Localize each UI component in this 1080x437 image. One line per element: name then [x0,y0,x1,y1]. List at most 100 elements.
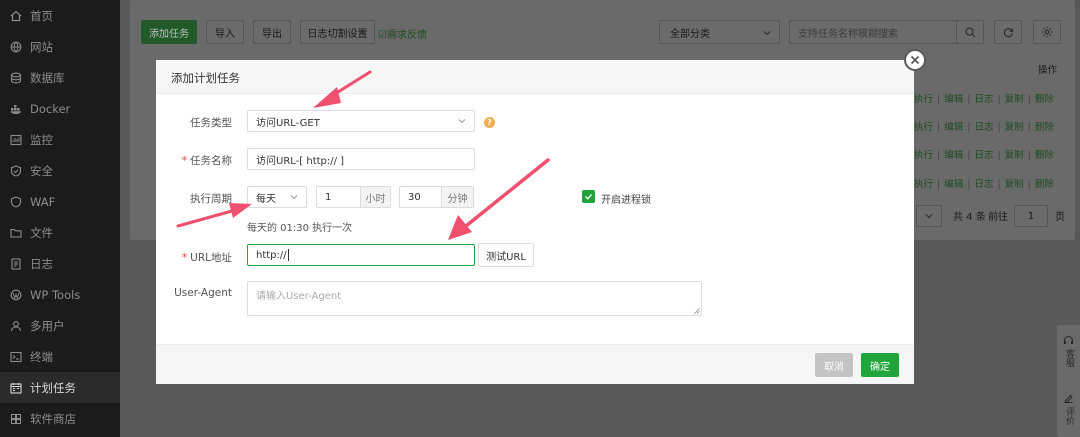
sidebar-item-label: WP Tools [30,287,81,302]
sidebar-item-wp-tools[interactable]: WP Tools [0,279,120,310]
copy-link[interactable]: 复制 [1005,122,1024,133]
task-type-select[interactable]: 访问URL-GET [247,110,475,132]
shield-icon [10,164,22,177]
hour-input[interactable]: 1 小时 [316,186,391,208]
home-icon [10,10,22,22]
help-icon[interactable]: ? [484,117,495,128]
search-button[interactable] [956,20,984,44]
log-link[interactable]: 日志 [974,94,993,105]
floating-service-panel: 客服 评价 [1057,325,1080,437]
minute-input[interactable]: 30 分钟 [399,186,474,208]
category-select[interactable]: 全部分类 [659,20,780,44]
dialog-header: 添加计划任务 [156,60,914,94]
sidebar-item-label: 首页 [30,8,53,23]
sidebar-item-cron[interactable]: 计划任务 [0,372,120,403]
log-link[interactable]: 日志 [974,150,993,161]
sidebar-item-label: 文件 [30,225,53,240]
dialog-close-button[interactable] [904,49,926,71]
chevron-down-icon [458,119,466,124]
task-name-input[interactable]: 访问URL-[ http:// ] [247,148,475,170]
delete-link[interactable]: 删除 [1035,122,1054,133]
docker-icon [10,103,22,115]
log-link[interactable]: 日志 [974,122,993,133]
refresh-button[interactable] [994,20,1022,44]
test-url-button[interactable]: 测试URL [478,243,534,267]
pager-page-input[interactable]: 1 [1014,205,1048,227]
sidebar-item-database[interactable]: 数据库 [0,62,120,93]
cancel-button[interactable]: 取消 [815,353,853,377]
sidebar-item-security[interactable]: 安全 [0,155,120,186]
page-size-select[interactable] [916,205,942,227]
user-agent-label: User-Agent [174,287,232,299]
customer-service-link[interactable]: 客服 [1063,349,1076,367]
hour-unit: 小时 [360,187,390,207]
log-cut-settings-button[interactable]: 日志切割设置 [300,20,375,44]
edit-link[interactable]: 编辑 [944,150,963,161]
sidebar: 首页 网站 数据库 Docker 监控 安全 WAF 文件 日志 WP Tool… [0,0,120,437]
edit-link[interactable]: 编辑 [944,179,963,190]
actions-column-header: 操作 [1038,65,1058,76]
chevron-down-icon [763,31,771,36]
sidebar-item-label: 数据库 [30,70,65,85]
run-link[interactable]: 执行 [914,122,933,133]
copy-link[interactable]: 复制 [1005,150,1024,161]
edit-link[interactable]: 编辑 [944,122,963,133]
sidebar-item-store[interactable]: 软件商店 [0,403,120,434]
copy-link[interactable]: 复制 [1005,94,1024,105]
url-input[interactable]: http:// [247,244,475,266]
run-link[interactable]: 执行 [914,94,933,105]
folder-icon [10,227,22,239]
table-row-actions: 执行 | 编辑 | 日志 | 复制 | 删除 [914,122,1054,133]
minute-unit: 分钟 [441,187,473,207]
sidebar-item-label: 计划任务 [30,380,76,395]
check-icon [585,194,593,200]
task-name-label: * 任务名称 [181,155,232,167]
wordpress-icon [10,289,22,301]
delete-link[interactable]: 删除 [1035,179,1054,190]
text-cursor [287,249,289,261]
task-search-input[interactable]: 支持任务名称模糊搜索 [789,20,984,44]
sidebar-item-label: 监控 [30,132,53,147]
sidebar-item-multi-user[interactable]: 多用户 [0,310,120,341]
copy-link[interactable]: 复制 [1005,179,1024,190]
edit-link[interactable]: 编辑 [944,94,963,105]
review-link[interactable]: 评价 [1063,407,1076,425]
resize-handle-icon[interactable] [694,308,700,314]
run-link[interactable]: 执行 [914,179,933,190]
add-task-button[interactable]: 添加任务 [141,20,197,44]
sidebar-item-label: 多用户 [30,318,65,333]
sidebar-item-docker[interactable]: Docker [0,93,120,124]
search-icon [964,26,975,37]
sidebar-item-terminal[interactable]: 终端 [0,341,120,372]
sidebar-item-logs[interactable]: 日志 [0,248,120,279]
globe-icon [10,41,22,53]
user-agent-textarea[interactable]: 请输入User-Agent [247,281,702,316]
pager-total: 共 4 条 [953,212,986,223]
delete-link[interactable]: 删除 [1035,94,1054,105]
sidebar-item-website[interactable]: 网站 [0,31,120,62]
sidebar-item-label: 日志 [30,256,53,271]
delete-link[interactable]: 删除 [1035,150,1054,161]
sidebar-item-label: WAF [30,194,56,209]
log-link[interactable]: 日志 [974,179,993,190]
feedback-link[interactable]: ☑需求反馈 [378,26,427,41]
period-select[interactable]: 每天 [247,186,307,208]
sidebar-item-monitor[interactable]: 监控 [0,124,120,155]
export-button[interactable]: 导出 [253,20,291,44]
confirm-button[interactable]: 确定 [861,353,899,377]
schedule-hint: 每天的 01:30 执行一次 [247,223,353,234]
sidebar-item-files[interactable]: 文件 [0,217,120,248]
close-icon [910,55,920,65]
import-button[interactable]: 导入 [206,20,244,44]
settings-button[interactable] [1033,20,1061,44]
refresh-icon [1003,27,1013,37]
sidebar-item-label: 安全 [30,163,53,178]
sidebar-item-waf[interactable]: WAF [0,186,120,217]
process-lock-checkbox[interactable] [582,190,595,203]
chevron-down-icon [290,195,298,200]
log-icon [10,257,22,270]
process-lock-label: 开启进程锁 [601,195,651,206]
sidebar-item-home[interactable]: 首页 [0,0,120,31]
terminal-icon [10,351,22,363]
run-link[interactable]: 执行 [914,150,933,161]
